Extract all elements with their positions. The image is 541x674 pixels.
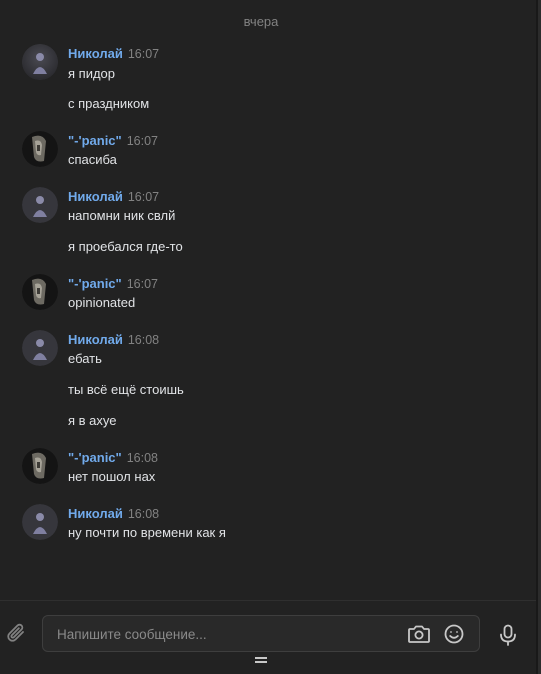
message-time[interactable]: 16:08 [127, 451, 158, 465]
author-name[interactable]: "-'panic" [68, 276, 122, 291]
message-text: с праздником [68, 96, 150, 111]
message-header: "-'panic" 16:07 [68, 276, 158, 292]
message-text: ты всё ещё стоишь [68, 382, 184, 397]
message-header: Николай 16:07 [68, 189, 159, 205]
message-input[interactable] [55, 616, 399, 653]
message-header: Николай 16:08 [68, 332, 159, 348]
message-time[interactable]: 16:07 [127, 277, 158, 291]
message-time[interactable]: 16:07 [127, 134, 158, 148]
chat-window: вчера Николай 16:07 я пидор с праздником… [0, 0, 541, 674]
nikolay-avatar[interactable] [22, 504, 58, 540]
message-header: Николай 16:07 [68, 46, 159, 62]
author-name[interactable]: Николай [68, 46, 123, 61]
message-time[interactable]: 16:08 [128, 507, 159, 521]
message-time[interactable]: 16:08 [128, 333, 159, 347]
message-composer [0, 600, 536, 674]
message-time[interactable]: 16:07 [128, 190, 159, 204]
date-separator: вчера [243, 14, 279, 29]
message-header: Николай 16:08 [68, 506, 159, 522]
panic-avatar[interactable] [22, 131, 58, 167]
nikolay-avatar[interactable] [22, 330, 58, 366]
message-text: ебать [68, 351, 102, 366]
message-text: ну почти по времени как я [68, 525, 226, 540]
message-time[interactable]: 16:07 [128, 47, 159, 61]
message-text: нет пошол нах [68, 469, 156, 484]
author-name[interactable]: Николай [68, 332, 123, 347]
message-text: я в ахуе [68, 413, 117, 428]
panic-avatar[interactable] [22, 274, 58, 310]
author-name[interactable]: "-'panic" [68, 450, 122, 465]
paperclip-icon[interactable] [5, 621, 27, 645]
message-text: спасиба [68, 152, 117, 167]
message-text: opinionated [68, 295, 136, 310]
microphone-icon[interactable] [497, 623, 519, 647]
camera-icon[interactable] [407, 623, 431, 645]
message-text: я пидор [68, 66, 115, 81]
nikolay-avatar[interactable] [22, 44, 58, 80]
nikolay-avatar[interactable] [22, 187, 58, 223]
resize-handle[interactable] [255, 657, 267, 663]
message-header: "-'panic" 16:08 [68, 450, 158, 466]
message-text: я проебался где-то [68, 239, 183, 254]
message-header: "-'panic" 16:07 [68, 133, 158, 149]
author-name[interactable]: "-'panic" [68, 133, 122, 148]
message-text: напомни ник свлй [68, 208, 176, 223]
smile-icon[interactable] [443, 623, 465, 645]
author-name[interactable]: Николай [68, 189, 123, 204]
message-history[interactable]: вчера Николай 16:07 я пидор с праздником… [0, 0, 536, 600]
panic-avatar[interactable] [22, 448, 58, 484]
author-name[interactable]: Николай [68, 506, 123, 521]
message-input-box[interactable] [42, 615, 480, 653]
